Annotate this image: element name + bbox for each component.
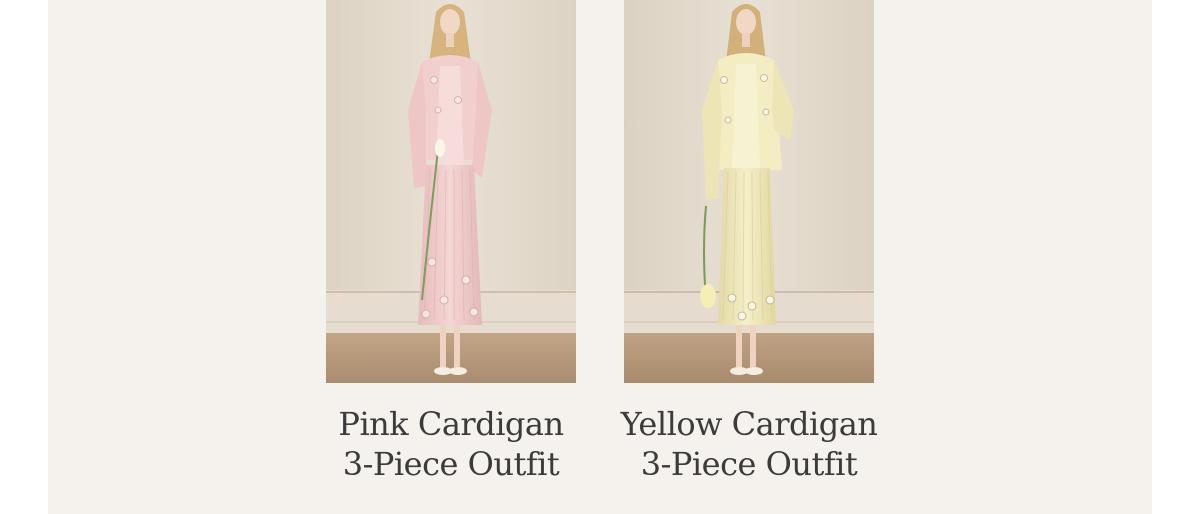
product-photo-pink[interactable]: [326, 0, 576, 383]
product-title-line2: 3-Piece Outfit: [640, 445, 858, 483]
page: Pink Cardigan 3-Piece Outfit Yellow Card…: [0, 0, 1200, 514]
yellow-outfit-illustration: [624, 0, 874, 383]
product-photo-yellow[interactable]: [624, 0, 874, 383]
product-card-pink[interactable]: Pink Cardigan 3-Piece Outfit: [326, 0, 576, 483]
pink-outfit-illustration: [326, 0, 576, 383]
product-card-yellow[interactable]: Yellow Cardigan 3-Piece Outfit: [621, 0, 878, 483]
product-title-yellow[interactable]: Yellow Cardigan 3-Piece Outfit: [564, 404, 934, 484]
product-title-line1: Yellow Cardigan: [620, 405, 878, 443]
